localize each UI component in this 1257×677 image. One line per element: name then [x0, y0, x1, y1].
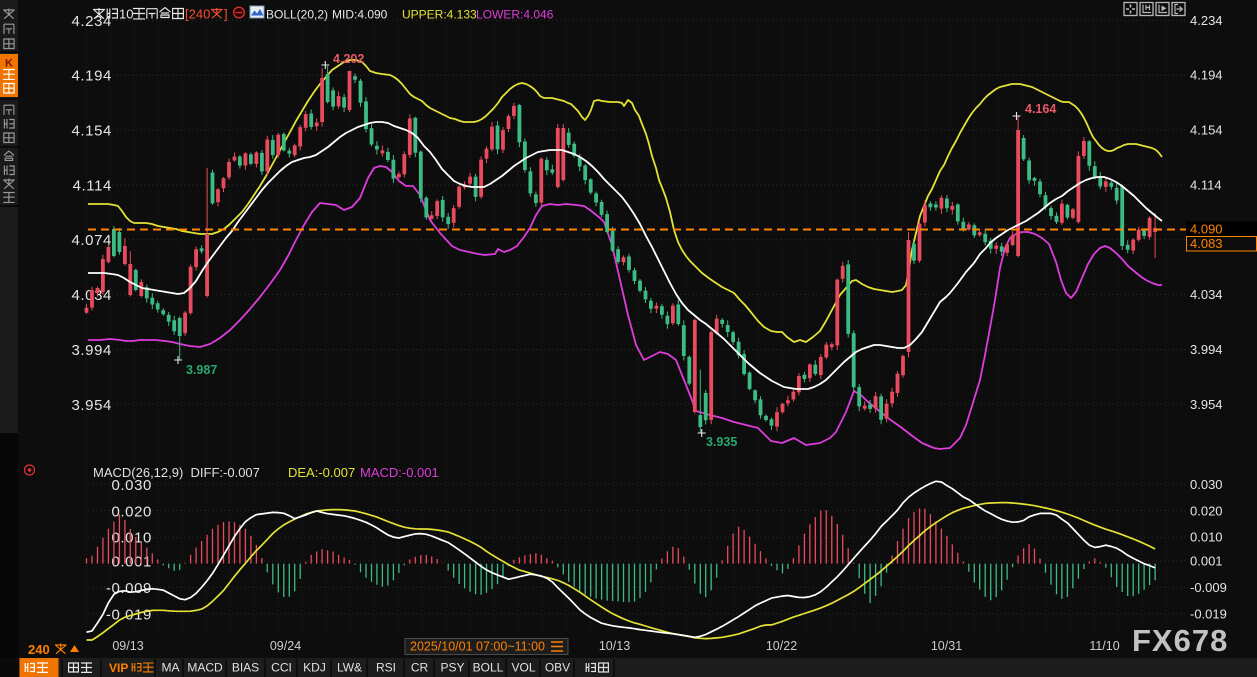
svg-text:4.074: 4.074 [71, 232, 112, 249]
svg-text:0.020: 0.020 [111, 503, 152, 520]
svg-text:MACD(26,12,9) DIFF:-0.007: MACD(26,12,9) DIFF:-0.007 [93, 465, 260, 480]
svg-text:OBV: OBV [545, 661, 570, 675]
svg-text:11/10: 11/10 [1089, 639, 1119, 653]
svg-text:BOLL: BOLL [473, 661, 504, 675]
svg-text:VIP: VIP [109, 661, 128, 675]
svg-text:MACD:-0.001: MACD:-0.001 [360, 465, 439, 480]
svg-text:-0.009: -0.009 [106, 580, 152, 597]
svg-text:4.090: 4.090 [1190, 222, 1223, 237]
svg-text:10/31: 10/31 [931, 639, 962, 653]
svg-text:0.001: 0.001 [111, 554, 152, 571]
svg-text:LW&: LW& [337, 661, 362, 675]
svg-text:240: 240 [28, 642, 50, 657]
svg-text:10: 10 [119, 7, 133, 22]
svg-text:09/24: 09/24 [270, 639, 301, 653]
svg-text:4.164: 4.164 [1025, 102, 1056, 116]
svg-text:4.114: 4.114 [1190, 177, 1222, 192]
svg-text:4.194: 4.194 [1190, 68, 1223, 83]
svg-text:]: ] [224, 7, 228, 22]
svg-text:-0.009: -0.009 [1190, 580, 1227, 595]
svg-text:0.020: 0.020 [1190, 503, 1223, 518]
svg-text:VOL: VOL [511, 661, 535, 675]
svg-text:-0.019: -0.019 [1190, 606, 1227, 621]
svg-text:10/22: 10/22 [766, 639, 797, 653]
svg-text:3.987: 3.987 [186, 363, 217, 377]
svg-text:BIAS: BIAS [232, 661, 259, 675]
svg-text:4.034: 4.034 [1190, 287, 1223, 302]
svg-text:0.001: 0.001 [1190, 554, 1223, 569]
svg-text:4.202: 4.202 [333, 52, 364, 66]
svg-text:K: K [5, 58, 13, 70]
svg-text:3.954: 3.954 [71, 397, 112, 414]
svg-text:DEA:-0.007: DEA:-0.007 [288, 465, 355, 480]
svg-text:3.994: 3.994 [1190, 342, 1223, 357]
svg-text:MID:4.090: MID:4.090 [332, 8, 388, 22]
svg-text:KDJ: KDJ [303, 661, 326, 675]
svg-text:4.083: 4.083 [1190, 236, 1223, 251]
svg-text:4.234: 4.234 [71, 13, 112, 30]
svg-text:CCI: CCI [271, 661, 292, 675]
svg-text:0.010: 0.010 [111, 530, 152, 547]
svg-text:4.154: 4.154 [1190, 123, 1223, 138]
svg-text:10/13: 10/13 [599, 639, 630, 653]
svg-text:09/13: 09/13 [112, 639, 143, 653]
svg-text:-0.019: -0.019 [106, 606, 152, 623]
svg-text:BOLL(20,2): BOLL(20,2) [266, 8, 328, 22]
svg-text:MA: MA [162, 661, 180, 675]
svg-text:4.154: 4.154 [71, 123, 112, 140]
svg-text:3.994: 3.994 [71, 342, 112, 359]
svg-text:UPPER:4.133: UPPER:4.133 [402, 8, 477, 22]
svg-text:LOWER:4.046: LOWER:4.046 [476, 8, 554, 22]
svg-text:0.030: 0.030 [1190, 477, 1223, 492]
svg-text:[240: [240 [185, 7, 210, 22]
svg-text:2025/10/01 07:00~11:00: 2025/10/01 07:00~11:00 [410, 640, 545, 654]
svg-text:3.935: 3.935 [706, 435, 737, 449]
svg-text:RSI: RSI [376, 661, 396, 675]
svg-text:MACD: MACD [187, 661, 223, 675]
svg-text:PSY: PSY [440, 661, 464, 675]
svg-text:4.114: 4.114 [73, 177, 112, 194]
svg-text:CR: CR [411, 661, 429, 675]
svg-text:4.194: 4.194 [71, 68, 112, 85]
svg-text:4.234: 4.234 [1190, 13, 1223, 28]
svg-text:FX678: FX678 [1132, 623, 1228, 658]
svg-text:0.010: 0.010 [1190, 530, 1223, 545]
svg-text:3.954: 3.954 [1190, 397, 1223, 412]
